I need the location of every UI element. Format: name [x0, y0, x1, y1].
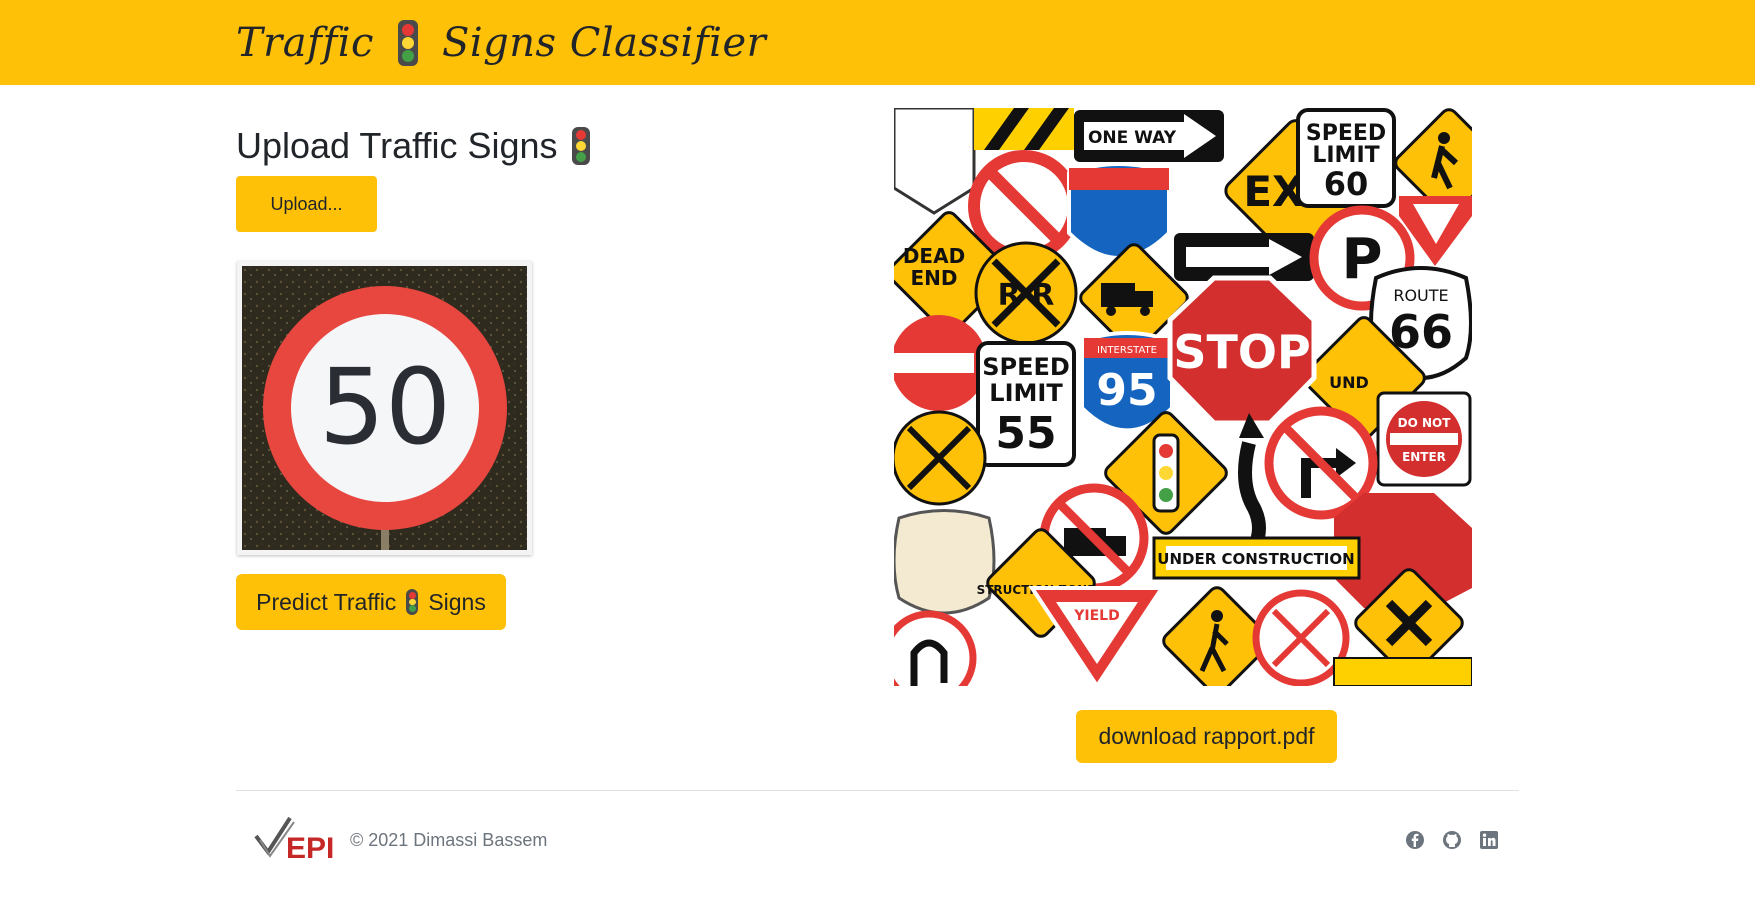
- linkedin-icon[interactable]: [1479, 830, 1499, 850]
- svg-text:UND: UND: [1329, 373, 1369, 392]
- traffic-light-icon: [571, 127, 590, 165]
- social-links: [1405, 830, 1499, 850]
- svg-text:STOP: STOP: [1173, 325, 1310, 379]
- brand-text-left: Traffic: [236, 20, 374, 66]
- download-report-button[interactable]: download rapport.pdf: [1076, 710, 1337, 763]
- svg-text:ENTER: ENTER: [1402, 450, 1446, 464]
- traffic-light-icon: [406, 589, 419, 615]
- svg-text:ONE WAY: ONE WAY: [1088, 128, 1177, 148]
- speed-limit-60-sign: SPEED LIMIT 60: [1296, 108, 1396, 208]
- one-way-sign: ONE WAY: [1074, 110, 1224, 162]
- svg-text:55: 55: [995, 408, 1056, 459]
- svg-text:DO NOT: DO NOT: [1398, 416, 1452, 430]
- predict-label-right: Signs: [428, 588, 486, 615]
- upload-button[interactable]: Upload...: [236, 176, 377, 232]
- brand-text-right: Signs Classifier: [441, 20, 767, 66]
- svg-text:R R: R R: [998, 278, 1055, 313]
- navbar: Traffic Signs Classifier: [0, 0, 1755, 85]
- svg-text:INTERSTATE: INTERSTATE: [1097, 345, 1157, 356]
- predict-label-left: Predict Traffic: [256, 588, 397, 615]
- stop-sign: STOP: [1167, 275, 1317, 426]
- brand[interactable]: Traffic Signs Classifier: [236, 18, 766, 68]
- do-not-enter-sign: DO NOT ENTER: [1376, 391, 1472, 487]
- traffic-light-icon: [397, 20, 418, 66]
- speed-limit-50-image: 50: [242, 266, 527, 550]
- svg-text:50: 50: [319, 346, 451, 468]
- railroad-crossing-sign: R R: [974, 241, 1078, 345]
- upload-title-text: Upload Traffic Signs: [236, 125, 558, 166]
- footer-divider: [236, 790, 1519, 791]
- predict-button[interactable]: Predict Traffic Signs: [236, 574, 506, 630]
- copyright-text: © 2021 Dimassi Bassem: [350, 830, 548, 850]
- uploaded-image-preview: 50: [237, 261, 532, 555]
- svg-text:SPEED: SPEED: [982, 353, 1070, 381]
- svg-text:EPI: EPI: [286, 832, 334, 864]
- interstate-blue: [1067, 162, 1171, 260]
- facebook-icon[interactable]: [1405, 830, 1425, 850]
- svg-text:95: 95: [1096, 365, 1157, 416]
- yield-sign: YIELD: [1028, 586, 1166, 686]
- svg-text:UNDER CONSTRUCTION: UNDER CONSTRUCTION: [1157, 550, 1354, 568]
- svg-text:YIELD: YIELD: [1073, 608, 1119, 624]
- svg-text:DEAD: DEAD: [903, 244, 965, 268]
- svg-text:END: END: [910, 266, 957, 290]
- github-icon[interactable]: [1442, 830, 1462, 850]
- speed-limit-55-sign: SPEED LIMIT 55: [976, 341, 1076, 467]
- hazard-stripes: [974, 108, 1074, 150]
- under-construction-sign: UNDER CONSTRUCTION: [1152, 536, 1361, 580]
- svg-text:ROUTE: ROUTE: [1393, 286, 1448, 305]
- epi-logo[interactable]: EPI: [254, 812, 342, 865]
- svg-text:60: 60: [1324, 165, 1369, 203]
- upload-title: Upload Traffic Signs: [236, 125, 590, 167]
- svg-text:LIMIT: LIMIT: [989, 379, 1063, 407]
- traffic-signs-collage: ONE WAY EXIT SPEED LIMIT 60 DEAD END: [894, 108, 1472, 686]
